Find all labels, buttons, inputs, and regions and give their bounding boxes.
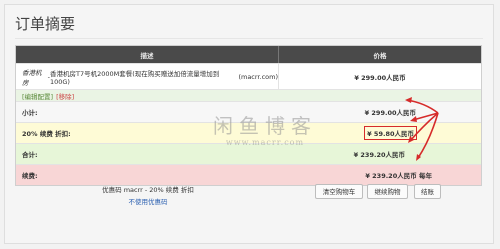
product-price: ¥ 299.00人民币	[354, 73, 406, 82]
total-label: 合计:	[22, 151, 38, 159]
header-description: 描述	[16, 46, 279, 63]
promo-code-info: 优惠码 macrr - 20% 续费 折扣 不使用优惠码	[88, 184, 208, 208]
remove-promo-link[interactable]: 不使用优惠码	[88, 196, 208, 208]
header-price: 价格	[373, 51, 387, 60]
recurring-row: 续费: ¥ 239.20人民币 每年	[16, 164, 481, 185]
product-description: 香港机房 - 香港机房T7号机2000M套餐(现在购买赠送加倍流量增加到100G…	[16, 64, 279, 89]
watermark-url: www.macrr.com	[225, 138, 305, 147]
watermark-title: 闲鱼博客	[213, 114, 317, 138]
title-divider	[15, 38, 483, 39]
watermark: 闲鱼博客 www.macrr.com	[205, 110, 325, 147]
edit-config-link[interactable]: [编辑配置]	[22, 93, 53, 101]
continue-shopping-button[interactable]: 继续购物	[367, 184, 408, 199]
promo-code-text: 优惠码 macrr - 20% 续费 折扣	[102, 186, 194, 194]
recurring-label: 续费:	[22, 172, 38, 180]
table-header: 描述 价格	[16, 46, 481, 63]
total-value: ¥ 239.20人民币	[353, 151, 405, 159]
product-domain: (macrr.com)	[238, 72, 278, 81]
product-actions: [编辑配置] [移除]	[16, 91, 279, 101]
product-row: 香港机房 - 香港机房T7号机2000M套餐(现在购买赠送加倍流量增加到100G…	[16, 63, 481, 89]
recurring-value: ¥ 239.20人民币 每年	[365, 172, 432, 180]
discount-value: ¥ 59.80人民币	[364, 126, 417, 140]
product-actions-row: [编辑配置] [移除]	[16, 89, 481, 101]
remove-item-link[interactable]: [移除]	[56, 93, 74, 101]
page-title: 订单摘要	[15, 15, 76, 33]
checkout-button[interactable]: 结账	[414, 184, 441, 199]
empty-cart-button[interactable]: 清空购物车	[315, 184, 363, 199]
product-group: 香港机房	[22, 68, 42, 87]
product-name: 香港机房T7号机2000M套餐(现在购买赠送加倍流量增加到100G)	[49, 69, 220, 86]
